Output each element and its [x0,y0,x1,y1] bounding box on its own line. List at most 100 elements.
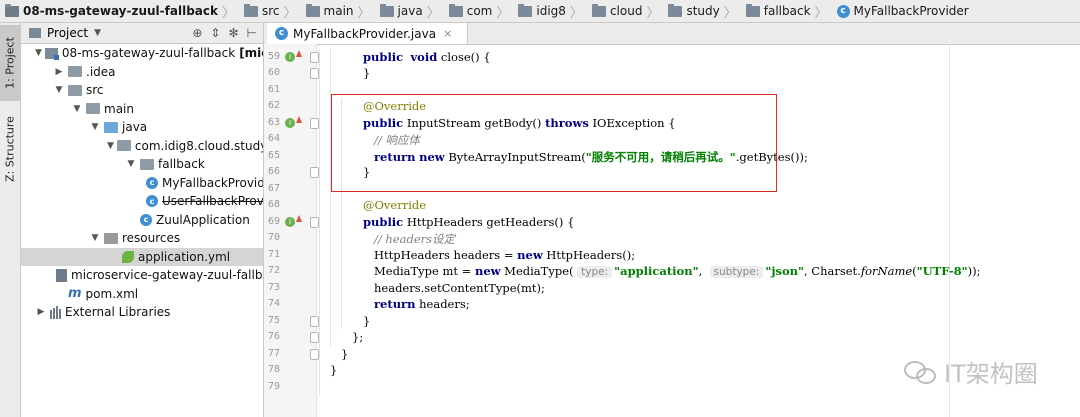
fold-marker-icon[interactable] [310,315,319,327]
project-panel-header: Project ▼ ⊕ ⇕ ✻ ⊢ [21,23,263,44]
breadcrumb-item[interactable]: com 〉 [444,0,514,22]
code-line: 74 return headers; [264,296,1080,313]
locate-icon[interactable]: ⊕ [192,26,202,40]
line-number: 78 [267,364,280,375]
folder-icon [668,3,683,17]
line-number: 60 [267,67,280,78]
line-number: 70 [267,232,280,243]
expanded-arrow-icon[interactable]: ▼ [89,233,101,243]
code-text: }; [352,330,363,344]
code-text: public HttpHeaders getHeaders() { [363,215,574,229]
tree-node[interactable]: application.yml [21,247,263,266]
module-icon [44,47,59,60]
code-token: @Override [363,198,427,212]
code-token: , [698,264,710,278]
expanded-arrow-icon[interactable]: ▼ [89,122,101,132]
folder-icon [745,3,760,17]
expanded-arrow-icon[interactable]: ▼ [125,159,137,169]
fold-marker-icon[interactable] [310,167,319,178]
code-text: // headers设定 [374,231,455,247]
breadcrumb-label: MyFallbackProvider [853,4,969,18]
close-icon[interactable]: × [443,27,452,40]
expanded-arrow-icon[interactable]: ▼ [35,48,42,58]
breadcrumb-item[interactable]: java 〉 [375,0,444,22]
expanded-arrow-icon[interactable]: ▼ [71,104,83,114]
tree-node[interactable]: c UserFallbackProvider [21,192,263,211]
code-token: headers; [415,297,470,311]
structure-tool-tab[interactable]: Z: Structure [0,105,20,193]
project-tool-tab-label: 1: Project [3,37,17,89]
tree-node[interactable]: ▼ java [21,118,263,137]
fold-marker-icon[interactable] [310,216,319,228]
fold-marker-icon[interactable] [310,348,319,360]
breadcrumb-item[interactable]: main 〉 [301,0,375,22]
tree-node[interactable]: ▼ fallback [21,155,263,174]
code-line: 68 @Override [264,197,1080,214]
code-token: new [474,264,501,278]
breadcrumb-separator-icon: 〉 [723,5,737,21]
breadcrumb-separator-icon: 〉 [357,5,371,21]
breadcrumb-label: cloud [609,4,643,18]
breadcrumb-item[interactable]: 08-ms-gateway-zuul-fallback 〉 [0,0,239,22]
navigation-breadcrumb: 08-ms-gateway-zuul-fallback 〉 src 〉 main 〉 jav… [0,0,1080,23]
tree-node[interactable]: ▼ main [21,100,263,119]
tree-node-label: UserFallbackProvider [162,194,264,209]
class-icon: c [836,4,850,18]
code-token: MediaType( [500,264,578,278]
project-view-selector[interactable]: Project [47,26,88,40]
maven-icon: m [68,286,82,302]
expanded-arrow-icon[interactable]: ▼ [53,85,65,95]
tree-node[interactable]: ▼ src [21,81,263,100]
line-number: 79 [267,380,280,392]
tree-node-label: src [86,83,104,98]
tree-node[interactable]: ▼ 08-ms-gateway-zuul-fallback[microservi [21,44,263,63]
code-token: } [330,363,338,377]
editor-tab-bar: c MyFallbackProvider.java × [264,23,1080,45]
breadcrumb-item[interactable]: fallback 〉 [741,0,832,22]
project-tool-tab[interactable]: 1: Project [0,25,20,101]
hide-panel-icon[interactable]: ⊢ [247,26,257,40]
package-icon [140,158,154,170]
collapsed-arrow-icon[interactable]: ▶ [35,307,47,317]
code-text: } [341,347,348,361]
fold-marker-icon[interactable] [310,332,319,343]
line-number: 64 [267,133,280,144]
implements-method-icon[interactable]: I [285,214,302,227]
fold-marker-icon[interactable] [310,68,319,79]
breadcrumb-item[interactable]: study 〉 [663,0,740,22]
fold-marker-icon[interactable] [310,51,319,63]
tree-node[interactable]: ▶ External Libraries [21,303,263,322]
tree-node[interactable]: ▼ resources [21,229,263,248]
expanded-arrow-icon[interactable]: ▼ [107,141,114,151]
code-text: headers.setContentType(mt); [374,281,545,295]
fold-marker-icon[interactable] [310,117,319,129]
line-number: 73 [267,281,280,293]
breadcrumb-item[interactable]: src 〉 [239,0,301,22]
code-token: MediaType mt = [374,264,475,278]
code-token: headers.setContentType(mt); [374,280,545,295]
tree-node[interactable]: m pom.xml [21,285,263,304]
breadcrumb-item[interactable]: cloud 〉 [587,0,664,22]
chevron-down-icon[interactable]: ▼ [94,28,101,38]
collapse-icon[interactable]: ⇕ [210,26,220,40]
implements-method-icon[interactable]: I [285,115,302,128]
tree-node[interactable]: ▼ com.idig8.cloud.study [21,137,263,156]
breadcrumb-label: study [686,4,720,18]
collapsed-arrow-icon[interactable]: ▶ [53,67,65,77]
gear-icon[interactable]: ✻ [228,26,238,40]
tab-myfallbackprovider[interactable]: c MyFallbackProvider.java × [267,23,468,44]
parameter-hint: type: [577,266,613,278]
tree-node[interactable]: microservice-gateway-zuul-fallback.im [21,266,263,285]
line-number: 66 [267,166,280,177]
tree-node[interactable]: ▶ .idea [21,63,263,82]
tree-node-label: application.yml [138,249,231,264]
tree-node-label: pom.xml [85,286,139,301]
line-number: 74 [267,298,280,309]
code-token: "UTF-8" [916,264,968,278]
tree-node[interactable]: c MyFallbackProvider [21,174,263,193]
implements-method-icon[interactable]: I [285,49,302,62]
breadcrumb-item[interactable]: c MyFallbackProvider [832,0,973,22]
breadcrumb-item[interactable]: idig8 〉 [513,0,587,22]
tree-node[interactable]: c ZuulApplication [21,211,263,230]
breadcrumb-separator-icon: 〉 [646,5,660,21]
